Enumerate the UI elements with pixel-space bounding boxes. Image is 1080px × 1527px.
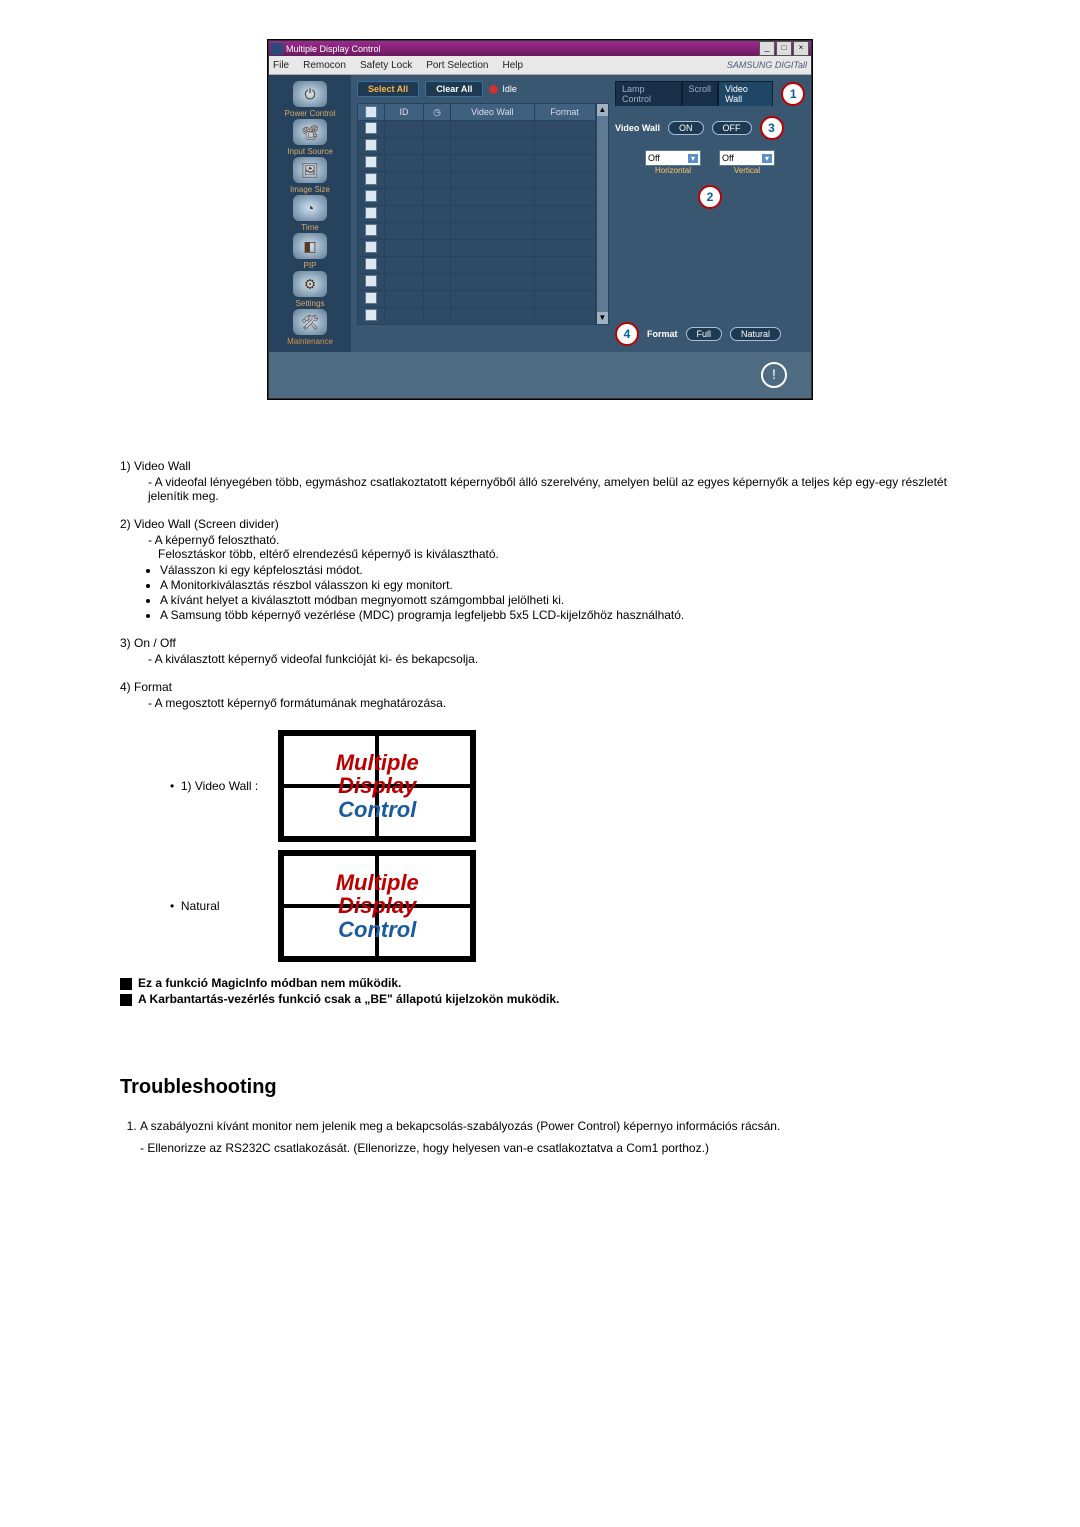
note-1: Ez a funkció MagicInfo módban nem működi…: [138, 976, 401, 990]
table-row[interactable]: [358, 240, 596, 257]
section-4-text: - A megosztott képernyő formátumának meg…: [148, 696, 960, 710]
idle-indicator: Idle: [489, 84, 517, 94]
tab-video-wall[interactable]: Video Wall: [718, 81, 773, 106]
fig-videowall: Multiple Display Control: [278, 730, 476, 842]
window-title: Multiple Display Control: [286, 44, 381, 54]
col-format[interactable]: Format: [534, 104, 595, 121]
format-figures: • 1) Video Wall : Multiple Display Contr…: [160, 726, 486, 966]
horizontal-label: Horizontal: [645, 166, 701, 175]
col-check[interactable]: ✓: [358, 104, 385, 121]
callout-1: 1: [781, 82, 805, 106]
app-icon: [271, 43, 283, 55]
vertical-select[interactable]: Off▾: [719, 150, 775, 166]
sidebar-item-settings[interactable]: ⚙Settings: [275, 271, 345, 308]
scroll-up-icon[interactable]: ▲: [597, 104, 608, 116]
videowall-label: Video Wall: [615, 123, 660, 133]
sidebar-item-input-source[interactable]: 📽Input Source: [275, 119, 345, 156]
power-icon: ⏻: [293, 81, 327, 107]
table-row[interactable]: [358, 274, 596, 291]
horizontal-select[interactable]: Off▾: [645, 150, 701, 166]
col-signal[interactable]: ◷: [424, 104, 451, 121]
callout-2: 2: [698, 185, 722, 209]
troubleshoot-item-1-detail: - Ellenorizze az RS232C csatlakozását. (…: [140, 1141, 960, 1155]
note-2: A Karbantartás-vezérlés funkció csak a „…: [138, 992, 559, 1006]
section-2-text-2: Felosztáskor több, eltérő elrendezésű ké…: [158, 547, 960, 561]
vertical-label: Vertical: [719, 166, 775, 175]
sidebar: ⏻Power Control 📽Input Source 🖼Image Size…: [269, 75, 351, 352]
clear-all-button[interactable]: Clear All: [425, 81, 483, 97]
table-row[interactable]: [358, 257, 596, 274]
table-row[interactable]: [358, 206, 596, 223]
tab-scroll[interactable]: Scroll: [682, 81, 719, 106]
sidebar-item-image-size[interactable]: 🖼Image Size: [275, 157, 345, 194]
col-id[interactable]: ID: [385, 104, 424, 121]
minimize-button[interactable]: _: [759, 41, 775, 56]
gear-icon: ⚙: [293, 271, 327, 297]
section-3-title: 3) On / Off: [120, 636, 960, 650]
scroll-down-icon[interactable]: ▼: [597, 312, 608, 324]
table-row[interactable]: [358, 189, 596, 206]
fig-natural: Multiple Display Control: [278, 850, 476, 962]
menubar: File Remocon Safety Lock Port Selection …: [269, 56, 811, 75]
table-row[interactable]: [358, 138, 596, 155]
note-bullet-icon: [120, 994, 132, 1006]
brand-label: SAMSUNG DIGITall: [727, 60, 807, 70]
format-full-button[interactable]: Full: [686, 327, 723, 341]
section-1-title: 1) Video Wall: [120, 459, 960, 473]
section-2-text-1: - A képernyő felosztható.: [148, 533, 960, 547]
table-row[interactable]: [358, 291, 596, 308]
clock-icon: ◔: [293, 195, 327, 221]
format-natural-button[interactable]: Natural: [730, 327, 781, 341]
col-videowall[interactable]: Video Wall: [451, 104, 535, 121]
grid-scrollbar[interactable]: ▲ ▼: [596, 103, 609, 325]
menu-port-selection[interactable]: Port Selection: [426, 60, 488, 71]
menu-safety-lock[interactable]: Safety Lock: [360, 60, 412, 71]
pip-icon: ◧: [293, 233, 327, 259]
sidebar-item-pip[interactable]: ◧PIP: [275, 233, 345, 270]
maximize-button[interactable]: □: [776, 41, 792, 56]
section-1-text: - A videofal lényegében több, egymáshoz …: [148, 475, 960, 503]
source-icon: 📽: [293, 119, 327, 145]
troubleshooting-heading: Troubleshooting: [120, 1076, 960, 1099]
window-titlebar[interactable]: Multiple Display Control _ □ ×: [269, 41, 811, 56]
section-4-title: 4) Format: [120, 680, 960, 694]
sidebar-item-maintenance[interactable]: 🛠Maintenance: [275, 309, 345, 346]
select-all-button[interactable]: Select All: [357, 81, 419, 97]
callout-3: 3: [760, 116, 784, 140]
section-2-bullet: A kívánt helyet a kiválasztott módban me…: [160, 593, 960, 607]
menu-file[interactable]: File: [273, 60, 289, 71]
tab-lamp-control[interactable]: Lamp Control: [615, 81, 682, 106]
note-bullet-icon: [120, 978, 132, 990]
table-row[interactable]: [358, 308, 596, 325]
section-2-bullet: Válasszon ki egy képfelosztási módot.: [160, 563, 960, 577]
videowall-off-button[interactable]: OFF: [712, 121, 752, 135]
sidebar-item-time[interactable]: ◔Time: [275, 195, 345, 232]
table-row[interactable]: [358, 172, 596, 189]
menu-help[interactable]: Help: [502, 60, 523, 71]
callout-4: 4: [615, 322, 639, 346]
sidebar-item-power-control[interactable]: ⏻Power Control: [275, 81, 345, 118]
maintenance-icon: 🛠: [293, 309, 327, 335]
menu-remocon[interactable]: Remocon: [303, 60, 346, 71]
section-2-bullet: A Monitorkiválasztás részbol válasszon k…: [160, 578, 960, 592]
table-row[interactable]: [358, 155, 596, 172]
videowall-on-button[interactable]: ON: [668, 121, 704, 135]
section-3-text: - A kiválasztott képernyő videofal funkc…: [148, 652, 960, 666]
close-button[interactable]: ×: [793, 41, 809, 56]
status-dot-icon: [489, 85, 498, 94]
format-label: Format: [647, 329, 678, 339]
troubleshoot-item-1: A szabályozni kívánt monitor nem jelenik…: [140, 1119, 960, 1155]
fig2-label: Natural: [181, 899, 220, 913]
monitor-grid[interactable]: ✓ ID ◷ Video Wall Format: [357, 103, 596, 325]
table-row[interactable]: [358, 121, 596, 138]
mdc-app-window: Multiple Display Control _ □ × File Remo…: [268, 40, 812, 399]
warning-icon: !: [761, 362, 787, 388]
section-2-bullet: A Samsung több képernyő vezérlése (MDC) …: [160, 608, 960, 622]
table-row[interactable]: [358, 223, 596, 240]
imagesize-icon: 🖼: [293, 157, 327, 183]
app-footer: !: [269, 352, 811, 398]
section-2-title: 2) Video Wall (Screen divider): [120, 517, 960, 531]
fig1-label: 1) Video Wall :: [181, 779, 258, 793]
